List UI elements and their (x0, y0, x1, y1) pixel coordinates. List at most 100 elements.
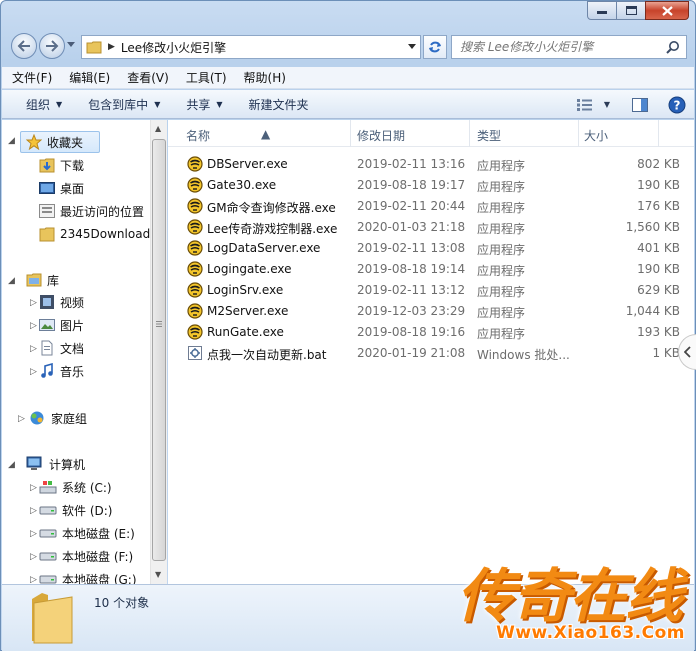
back-button[interactable] (11, 33, 37, 59)
collapse-arrow-icon[interactable]: ▷ (30, 575, 37, 584)
nav-favorites[interactable]: 收藏夹 (20, 131, 100, 153)
drive-icon (39, 548, 57, 564)
folder-icon (39, 226, 55, 242)
file-type: 应用程序 (477, 285, 526, 299)
collapse-arrow-icon[interactable]: ▷ (18, 414, 25, 424)
organize-button[interactable]: 组织 ▼ (26, 96, 62, 113)
view-dropdown-icon[interactable]: ▼ (604, 100, 610, 109)
include-library-button[interactable]: 包含到库中 ▼ (88, 96, 160, 113)
column-size[interactable]: 大小 (584, 127, 608, 144)
collapse-arrow-icon[interactable]: ▷ (30, 367, 37, 377)
column-type[interactable]: 类型 (477, 127, 501, 144)
column-name[interactable]: 名称 (186, 127, 210, 144)
file-row[interactable]: 点我一次自动更新.bat 2020-01-19 21:08 Windows 批处..… (168, 343, 694, 364)
drive-icon (39, 525, 57, 541)
nav-desktop[interactable]: 桌面 (39, 177, 84, 199)
column-divider[interactable] (469, 120, 470, 147)
file-type: 应用程序 (477, 159, 526, 173)
nav-drive-e[interactable]: 本地磁盘 (E:) (39, 522, 135, 544)
file-size: 1 KB (652, 346, 680, 360)
menu-tools[interactable]: 工具(T) (186, 69, 227, 86)
nav-homegroup[interactable]: 家庭组 (28, 407, 87, 429)
menu-view[interactable]: 查看(V) (127, 69, 169, 86)
close-button[interactable] (645, 1, 689, 20)
nav-documents[interactable]: 文档 (39, 337, 84, 359)
nav-music[interactable]: 音乐 (39, 360, 84, 382)
file-row[interactable]: LogDataServer.exe 2019-02-11 13:08 应用程序 401… (168, 238, 694, 259)
menu-bar: 文件(F) 编辑(E) 查看(V) 工具(T) 帮助(H) (2, 67, 694, 89)
file-name: Gate30.exe (207, 178, 277, 192)
nav-scrollbar[interactable]: ▲ ▼ (150, 120, 167, 584)
forward-button[interactable] (39, 33, 65, 59)
maximize-button[interactable] (616, 1, 646, 20)
nav-drive-c-label: 系统 (C:) (62, 480, 112, 495)
nav-drive-d[interactable]: 软件 (D:) (39, 499, 112, 521)
nav-2345downloads[interactable]: 2345Downloads (39, 223, 150, 245)
collapse-arrow-icon[interactable]: ▷ (30, 344, 37, 354)
nav-music-label: 音乐 (60, 364, 85, 379)
column-divider[interactable] (350, 120, 351, 147)
nav-computer[interactable]: 计算机 (26, 453, 85, 475)
menu-edit[interactable]: 编辑(E) (69, 69, 110, 86)
minimize-button[interactable] (587, 1, 617, 20)
file-row[interactable]: Lee传奇游戏控制器.exe 2020-01-03 21:18 应用程序 1,560 … (168, 217, 694, 238)
share-button[interactable]: 共享 ▼ (186, 96, 222, 113)
file-name: GM命令查询修改器.exe (207, 201, 336, 215)
nav-drive-c[interactable]: 系统 (C:) (39, 476, 112, 498)
address-history-dropdown[interactable] (408, 44, 416, 49)
scroll-down-arrow-icon[interactable]: ▼ (155, 570, 161, 579)
help-icon[interactable]: ? (668, 96, 686, 114)
column-divider[interactable] (658, 120, 659, 147)
collapse-arrow-icon[interactable]: ▷ (30, 321, 37, 331)
search-input[interactable] (460, 40, 670, 54)
menu-file[interactable]: 文件(F) (12, 69, 52, 86)
file-row[interactable]: GM命令查询修改器.exe 2019-02-11 20:44 应用程序 176 KB (168, 196, 694, 217)
collapse-arrow-icon[interactable]: ▷ (30, 529, 37, 539)
file-date: 2019-08-18 19:17 (357, 178, 466, 192)
column-date[interactable]: 修改日期 (357, 127, 405, 144)
search-box[interactable] (451, 35, 687, 59)
star-icon (26, 134, 42, 150)
view-options-icon[interactable] (576, 98, 594, 112)
recent-pages-dropdown[interactable] (67, 42, 75, 47)
collapse-arrow-icon[interactable]: ▷ (30, 506, 37, 516)
collapse-arrow-icon[interactable]: ▷ (30, 483, 37, 493)
file-row[interactable]: Gate30.exe 2019-08-18 19:17 应用程序 190 KB (168, 175, 694, 196)
scroll-up-arrow-icon[interactable]: ▲ (155, 124, 161, 133)
address-bar[interactable]: ▶ Lee修改小火炬引擎 (81, 35, 421, 59)
expand-arrow-icon[interactable]: ◢ (8, 276, 15, 286)
file-row[interactable]: Logingate.exe 2019-08-18 19:14 应用程序 190 KB (168, 259, 694, 280)
close-icon (661, 5, 673, 16)
nav-recent-places[interactable]: 最近访问的位置 (39, 200, 144, 222)
nav-libraries[interactable]: 库 (26, 269, 59, 291)
new-folder-button[interactable]: 新建文件夹 (249, 96, 309, 113)
command-bar: 组织 ▼ 包含到库中 ▼ 共享 ▼ 新建文件夹 ▼ ? (2, 90, 694, 119)
collapse-arrow-icon[interactable]: ▷ (30, 298, 37, 308)
nav-drive-g[interactable]: 本地磁盘 (G:) (39, 568, 137, 584)
column-divider[interactable] (578, 120, 579, 147)
nav-computer-label: 计算机 (49, 457, 86, 472)
nav-pictures[interactable]: 图片 (39, 314, 84, 336)
breadcrumb-arrow-icon[interactable]: ▶ (108, 42, 115, 52)
column-header: ▲ 名称 修改日期 类型 大小 (168, 120, 694, 147)
breadcrumb-current[interactable]: Lee修改小火炬引擎 (121, 39, 226, 56)
menu-help[interactable]: 帮助(H) (244, 69, 286, 86)
file-row[interactable]: LoginSrv.exe 2019-02-11 13:12 应用程序 629 KB (168, 280, 694, 301)
minimize-icon (597, 10, 607, 14)
expand-arrow-icon[interactable]: ◢ (8, 136, 15, 146)
documents-icon (39, 340, 55, 356)
refresh-button[interactable] (423, 35, 447, 59)
search-icon[interactable] (666, 40, 680, 54)
file-row[interactable]: M2Server.exe 2019-12-03 23:29 应用程序 1,044 KB (168, 301, 694, 322)
nav-downloads[interactable]: 下载 (39, 154, 84, 176)
expand-arrow-icon[interactable]: ◢ (8, 460, 15, 470)
file-row[interactable]: DBServer.exe 2019-02-11 13:16 应用程序 802 KB (168, 154, 694, 175)
nav-videos[interactable]: 视频 (39, 291, 84, 313)
grip-icon (156, 321, 162, 327)
watermark-url: Www.Xiao163.Com (496, 623, 685, 643)
file-row[interactable]: RunGate.exe 2019-08-18 19:16 应用程序 193 KB (168, 322, 694, 343)
preview-pane-icon[interactable] (632, 97, 648, 112)
nav-drive-f[interactable]: 本地磁盘 (F:) (39, 545, 133, 567)
scroll-thumb[interactable] (152, 139, 166, 561)
collapse-arrow-icon[interactable]: ▷ (30, 552, 37, 562)
